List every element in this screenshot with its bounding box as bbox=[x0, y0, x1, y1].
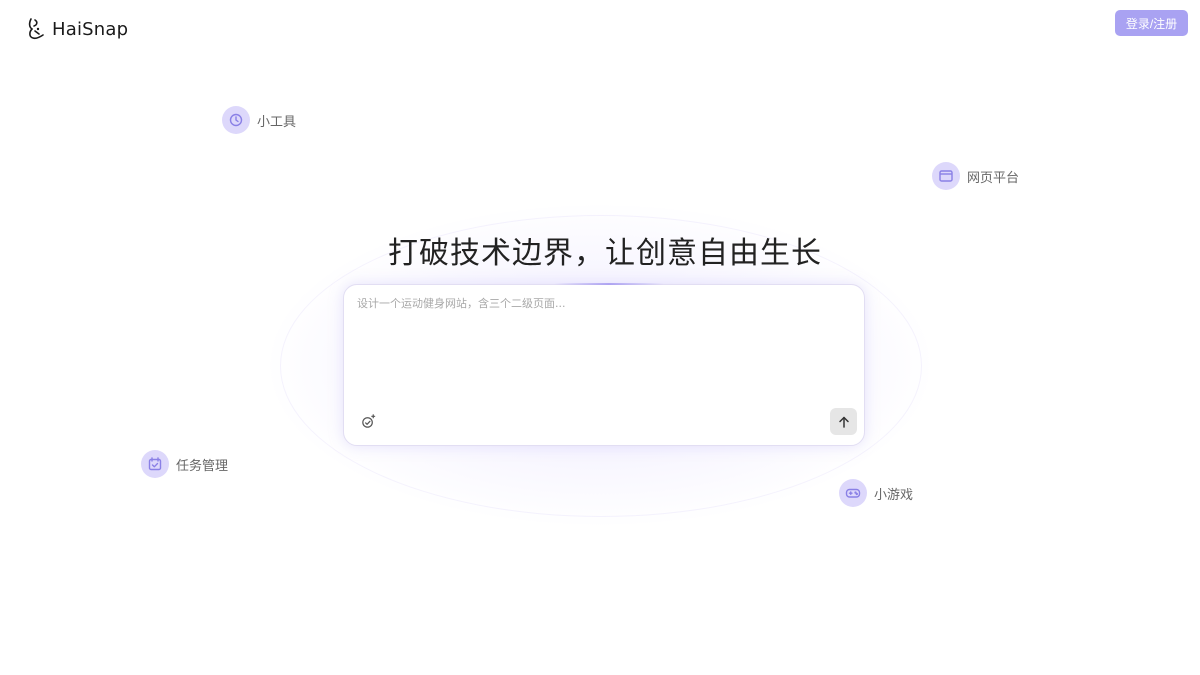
send-button[interactable] bbox=[830, 408, 857, 435]
browser-window-icon bbox=[932, 162, 960, 190]
category-label: 网页平台 bbox=[967, 170, 1020, 186]
arrow-up-icon bbox=[838, 416, 849, 428]
calendar-check-icon bbox=[141, 450, 169, 478]
prompt-box bbox=[343, 283, 865, 446]
page: HaiSnap 登录/注册 小工具 网页平台 任务管理 小游戏 打破技术边界，让… bbox=[0, 0, 1200, 675]
login-register-button[interactable]: 登录/注册 bbox=[1115, 10, 1188, 36]
prompt-input[interactable] bbox=[357, 295, 852, 395]
hero-title: 打破技术边界，让创意自由生长 bbox=[388, 236, 822, 271]
brand-logo[interactable]: HaiSnap bbox=[26, 17, 128, 41]
category-chip-mini-games[interactable]: 小游戏 bbox=[839, 479, 913, 507]
category-chip-web-platform[interactable]: 网页平台 bbox=[932, 162, 1019, 190]
category-label: 小工具 bbox=[257, 114, 297, 130]
magic-wand-icon bbox=[361, 413, 375, 428]
haisnap-logo-icon bbox=[28, 18, 44, 40]
category-label: 任务管理 bbox=[176, 458, 229, 474]
gamepad-icon bbox=[839, 479, 867, 507]
brand-name: HaiSnap bbox=[52, 18, 129, 40]
category-chip-task-management[interactable]: 任务管理 bbox=[141, 450, 228, 478]
ai-enhance-button[interactable] bbox=[358, 411, 378, 431]
clock-icon bbox=[222, 106, 250, 134]
category-label: 小游戏 bbox=[874, 487, 914, 503]
category-chip-tools[interactable]: 小工具 bbox=[222, 106, 296, 134]
